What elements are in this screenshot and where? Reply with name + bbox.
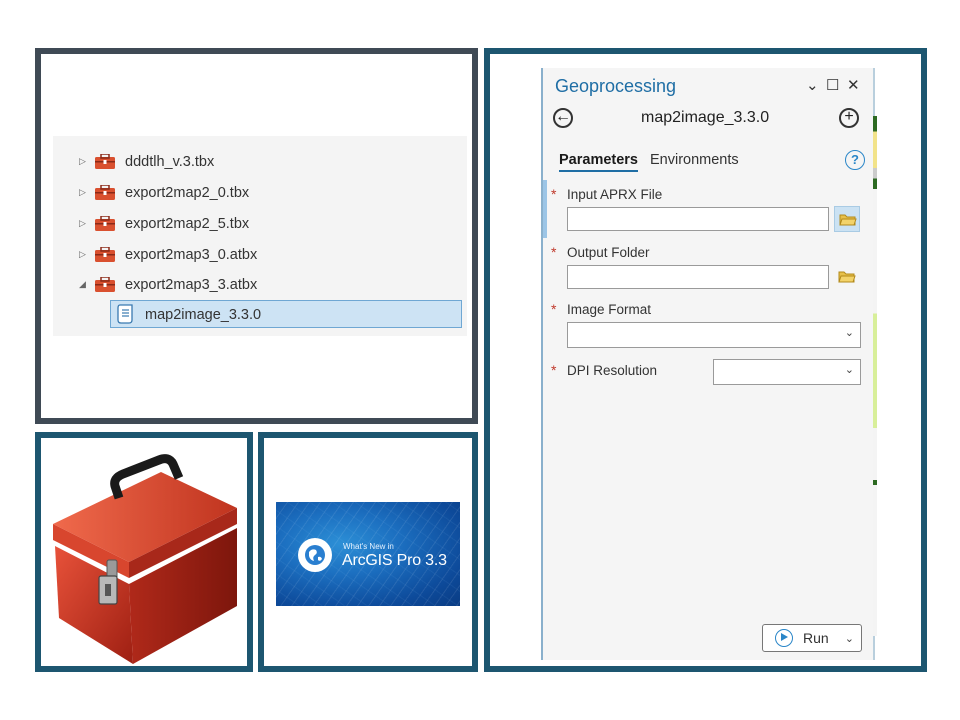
dpi-select[interactable]: ⌄ xyxy=(713,359,861,385)
image-format-select[interactable]: ⌄ xyxy=(567,322,861,348)
image-format-label: Image Format xyxy=(567,302,652,317)
active-parameter-indicator xyxy=(543,180,547,238)
geoprocessing-frame: Geoprocessing ⌄ ☐ ✕ ← map2image_3.3.0 + … xyxy=(484,48,927,672)
input-aprx-label: Input APRX File xyxy=(567,187,663,202)
arcgis-globe-icon xyxy=(298,538,332,572)
collapse-icon[interactable]: ◢ xyxy=(79,279,86,290)
pane-menu-icon[interactable]: ⌄ xyxy=(806,76,819,94)
tab-parameters[interactable]: Parameters xyxy=(559,152,638,172)
script-icon xyxy=(117,304,133,324)
banner-title: ArcGIS Pro 3.3 xyxy=(342,552,447,569)
tree-item-export2map2-0[interactable]: ▷ export2map2_0.tbx xyxy=(53,179,467,207)
folder-icon xyxy=(838,271,856,283)
plus-icon: + xyxy=(844,108,854,125)
required-marker: * xyxy=(551,301,557,317)
add-button[interactable]: + xyxy=(839,108,859,128)
tree-item-label: export2map2_5.tbx xyxy=(125,216,250,232)
expand-icon[interactable]: ▷ xyxy=(79,187,86,198)
output-folder-field[interactable] xyxy=(567,265,829,289)
arcgis-banner-frame: What's New in ArcGIS Pro 3.3 xyxy=(258,432,478,672)
tree-item-dddtlh[interactable]: ▷ dddtlh_v.3.tbx xyxy=(53,148,467,176)
browse-aprx-button[interactable] xyxy=(834,206,860,232)
toolbox-icon xyxy=(95,277,115,292)
expand-icon[interactable]: ▷ xyxy=(79,156,86,167)
run-play-icon xyxy=(775,629,793,647)
folder-icon xyxy=(839,214,857,226)
banner-subtitle: What's New in xyxy=(343,542,394,551)
output-folder-label: Output Folder xyxy=(567,245,650,260)
tool-name: map2image_3.3.0 xyxy=(641,109,770,126)
cut-off-item: _ xyxy=(165,132,173,140)
dpi-label: DPI Resolution xyxy=(567,363,658,378)
toolbox-image-frame xyxy=(35,432,253,672)
toolbox-icon xyxy=(95,154,115,169)
tree-item-label: export2map3_3.atbx xyxy=(125,277,258,293)
required-marker: * xyxy=(551,186,557,202)
arcgis-pro-banner: What's New in ArcGIS Pro 3.3 xyxy=(276,502,460,606)
back-arrow-icon: ← xyxy=(555,108,571,125)
chevron-down-icon: ⌄ xyxy=(844,364,854,376)
back-button[interactable]: ← xyxy=(553,108,573,128)
close-icon[interactable]: ✕ xyxy=(847,76,860,94)
tree-item-label: dddtlh_v.3.tbx xyxy=(125,154,215,170)
toolbox-illustration xyxy=(53,454,237,664)
browse-folder-button[interactable] xyxy=(834,264,860,290)
tree-item-label: export2map2_0.tbx xyxy=(125,185,250,201)
required-marker: * xyxy=(551,362,557,378)
tree-item-map2image-selected[interactable]: map2image_3.3.0 xyxy=(110,300,462,328)
toolbox-icon xyxy=(95,216,115,231)
toolbox-icon xyxy=(95,185,115,200)
run-label: Run xyxy=(803,630,829,646)
toolbox-icon xyxy=(95,247,115,262)
expand-icon[interactable]: ▷ xyxy=(79,218,86,229)
chevron-down-icon: ⌄ xyxy=(844,327,854,339)
tree-item-label: export2map3_0.atbx xyxy=(125,247,258,263)
tree-item-export2map3-3[interactable]: ◢ export2map3_3.atbx xyxy=(53,271,467,299)
maximize-icon[interactable]: ☐ xyxy=(826,76,839,94)
help-icon[interactable]: ? xyxy=(845,150,865,170)
tree-item-export2map3-0[interactable]: ▷ export2map3_0.atbx xyxy=(53,241,467,269)
chevron-down-icon[interactable]: ⌄ xyxy=(845,632,854,645)
required-marker: * xyxy=(551,244,557,260)
catalog-tree: _ ▷ dddtlh_v.3.tbx ▷ export2map2_0.tbx ▷… xyxy=(53,132,467,336)
pane-title: Geoprocessing xyxy=(555,76,677,96)
tree-item-label: map2image_3.3.0 xyxy=(145,307,262,323)
tree-item-export2map2-5[interactable]: ▷ export2map2_5.tbx xyxy=(53,210,467,238)
expand-icon[interactable]: ▷ xyxy=(79,249,86,260)
catalog-tree-frame: _ ▷ dddtlh_v.3.tbx ▷ export2map2_0.tbx ▷… xyxy=(35,48,478,424)
tab-environments[interactable]: Environments xyxy=(650,152,739,168)
geoprocessing-pane: Geoprocessing ⌄ ☐ ✕ ← map2image_3.3.0 + … xyxy=(541,68,875,660)
map-edge-strip xyxy=(873,116,877,636)
run-button[interactable]: Run ⌄ xyxy=(762,624,862,652)
input-aprx-field[interactable] xyxy=(567,207,829,231)
